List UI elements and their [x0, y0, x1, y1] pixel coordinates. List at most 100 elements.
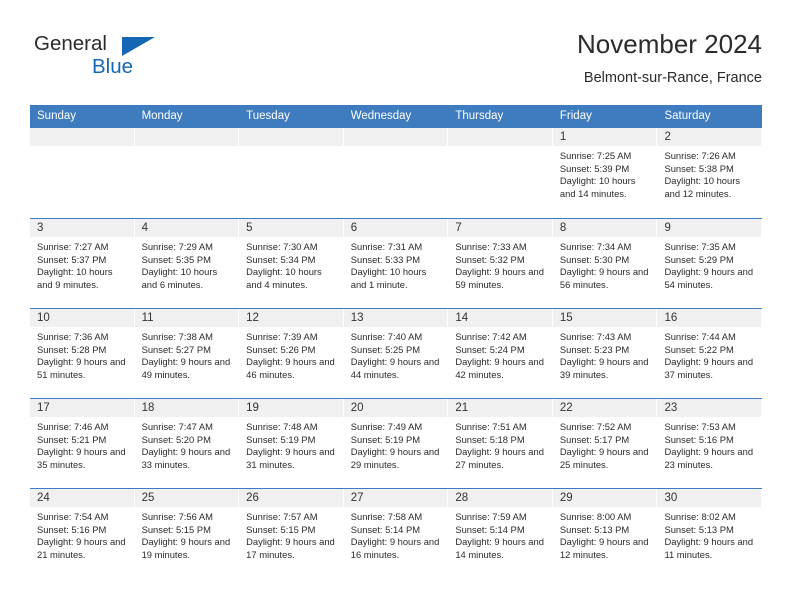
day-cell[interactable]: 4 Sunrise: 7:29 AM Sunset: 5:35 PM Dayli… — [134, 219, 240, 308]
day-cell[interactable]: 22 Sunrise: 7:52 AM Sunset: 5:17 PM Dayl… — [552, 399, 658, 488]
sunrise-text: Sunrise: 7:25 AM — [559, 150, 632, 161]
triangle-icon — [122, 37, 155, 56]
sunset-text: Sunset: 5:35 PM — [141, 253, 211, 265]
day-cell[interactable]: 9 Sunrise: 7:35 AM Sunset: 5:29 PM Dayli… — [657, 219, 763, 308]
day-number: 30 — [657, 489, 762, 507]
day-cell[interactable]: 30 Sunrise: 8:02 AM Sunset: 5:13 PM Dayl… — [657, 489, 763, 578]
day-details: Sunrise: 7:29 AM Sunset: 5:35 PM Dayligh… — [135, 237, 239, 291]
day-details: Sunrise: 7:40 AM Sunset: 5:25 PM Dayligh… — [344, 327, 448, 381]
daylight-text: Daylight: 9 hours and 17 minutes. — [246, 536, 335, 560]
day-cell[interactable]: 24 Sunrise: 7:54 AM Sunset: 5:16 PM Dayl… — [30, 489, 135, 578]
day-number: 9 — [657, 219, 762, 237]
day-details — [30, 146, 134, 150]
day-number: 6 — [343, 219, 448, 237]
sunrise-text: Sunrise: 7:39 AM — [246, 331, 318, 342]
day-cell[interactable]: 16 Sunrise: 7:44 AM Sunset: 5:22 PM Dayl… — [657, 309, 763, 398]
sunrise-text: Sunrise: 7:43 AM — [559, 331, 632, 342]
day-cell[interactable]: 13 Sunrise: 7:40 AM Sunset: 5:25 PM Dayl… — [343, 309, 449, 398]
day-details: Sunrise: 7:35 AM Sunset: 5:29 PM Dayligh… — [657, 237, 761, 291]
day-cell[interactable]: 27 Sunrise: 7:58 AM Sunset: 5:14 PM Dayl… — [343, 489, 449, 578]
day-number — [30, 128, 134, 146]
weekday-header-tuesday: Tuesday — [239, 105, 344, 128]
day-number — [134, 128, 239, 146]
day-details: Sunrise: 7:44 AM Sunset: 5:22 PM Dayligh… — [657, 327, 761, 381]
daylight-text: Daylight: 9 hours and 42 minutes. — [455, 356, 544, 380]
day-cell[interactable]: 2 Sunrise: 7:26 AM Sunset: 5:38 PM Dayli… — [657, 128, 763, 217]
day-details: Sunrise: 8:00 AM Sunset: 5:13 PM Dayligh… — [553, 507, 657, 561]
day-details: Sunrise: 7:56 AM Sunset: 5:15 PM Dayligh… — [135, 507, 239, 561]
day-number: 10 — [30, 309, 134, 327]
day-cell[interactable]: 3 Sunrise: 7:27 AM Sunset: 5:37 PM Dayli… — [30, 219, 135, 308]
day-number: 12 — [239, 309, 343, 327]
day-details: Sunrise: 7:53 AM Sunset: 5:16 PM Dayligh… — [657, 417, 761, 471]
day-number: 20 — [343, 399, 448, 417]
sunset-text: Sunset: 5:24 PM — [455, 343, 525, 355]
sunset-text: Sunset: 5:14 PM — [455, 523, 525, 535]
day-cell[interactable]: 5 Sunrise: 7:30 AM Sunset: 5:34 PM Dayli… — [239, 219, 344, 308]
weekday-header-wednesday: Wednesday — [343, 105, 449, 128]
daylight-text: Daylight: 9 hours and 44 minutes. — [350, 356, 440, 380]
day-cell[interactable]: 7 Sunrise: 7:33 AM Sunset: 5:32 PM Dayli… — [448, 219, 553, 308]
sunrise-text: Sunrise: 8:02 AM — [664, 511, 736, 522]
day-cell — [30, 128, 135, 217]
sunset-text: Sunset: 5:38 PM — [664, 162, 734, 174]
sunset-text: Sunset: 5:39 PM — [559, 162, 630, 174]
week-row: 1 Sunrise: 7:25 AM Sunset: 5:39 PM Dayli… — [30, 128, 763, 218]
weekday-header-monday: Monday — [134, 105, 240, 128]
week-row: 10 Sunrise: 7:36 AM Sunset: 5:28 PM Dayl… — [30, 308, 763, 398]
sunrise-text: Sunrise: 7:42 AM — [455, 331, 527, 342]
sunrise-text: Sunrise: 7:30 AM — [246, 241, 318, 252]
day-details: Sunrise: 8:02 AM Sunset: 5:13 PM Dayligh… — [657, 507, 761, 561]
daylight-text: Daylight: 10 hours and 1 minute. — [350, 266, 427, 290]
day-number: 14 — [448, 309, 552, 327]
day-details: Sunrise: 7:51 AM Sunset: 5:18 PM Dayligh… — [448, 417, 552, 471]
sunrise-text: Sunrise: 7:54 AM — [37, 511, 109, 522]
day-cell[interactable]: 11 Sunrise: 7:38 AM Sunset: 5:27 PM Dayl… — [134, 309, 240, 398]
sunrise-text: Sunrise: 7:36 AM — [37, 331, 109, 342]
day-cell[interactable]: 12 Sunrise: 7:39 AM Sunset: 5:26 PM Dayl… — [239, 309, 344, 398]
calendar-grid: Sunday Monday Tuesday Wednesday Thursday… — [30, 105, 763, 578]
generalblue-logo[interactable]: General Blue — [34, 32, 214, 88]
daylight-text: Daylight: 9 hours and 35 minutes. — [37, 446, 126, 470]
day-number: 25 — [134, 489, 239, 507]
day-cell[interactable]: 6 Sunrise: 7:31 AM Sunset: 5:33 PM Dayli… — [343, 219, 449, 308]
day-cell[interactable]: 19 Sunrise: 7:48 AM Sunset: 5:19 PM Dayl… — [239, 399, 344, 488]
day-details: Sunrise: 7:43 AM Sunset: 5:23 PM Dayligh… — [553, 327, 657, 381]
sunrise-text: Sunrise: 7:38 AM — [141, 331, 213, 342]
week-row: 24 Sunrise: 7:54 AM Sunset: 5:16 PM Dayl… — [30, 488, 763, 578]
day-cell — [343, 128, 449, 217]
day-cell[interactable]: 14 Sunrise: 7:42 AM Sunset: 5:24 PM Dayl… — [448, 309, 553, 398]
day-cell[interactable]: 25 Sunrise: 7:56 AM Sunset: 5:15 PM Dayl… — [134, 489, 240, 578]
daylight-text: Daylight: 9 hours and 11 minutes. — [664, 536, 754, 560]
day-details — [344, 146, 448, 150]
sunrise-text: Sunrise: 7:56 AM — [141, 511, 213, 522]
daylight-text: Daylight: 10 hours and 6 minutes. — [141, 266, 218, 290]
sunset-text: Sunset: 5:23 PM — [559, 343, 630, 355]
daylight-text: Daylight: 9 hours and 31 minutes. — [246, 446, 335, 470]
sunrise-text: Sunrise: 7:58 AM — [350, 511, 423, 522]
day-cell[interactable]: 1 Sunrise: 7:25 AM Sunset: 5:39 PM Dayli… — [552, 128, 658, 217]
sunset-text: Sunset: 5:15 PM — [141, 523, 211, 535]
sunset-text: Sunset: 5:19 PM — [350, 433, 421, 445]
day-cell[interactable]: 21 Sunrise: 7:51 AM Sunset: 5:18 PM Dayl… — [448, 399, 553, 488]
day-cell[interactable]: 20 Sunrise: 7:49 AM Sunset: 5:19 PM Dayl… — [343, 399, 449, 488]
sunrise-text: Sunrise: 8:00 AM — [559, 511, 632, 522]
sunset-text: Sunset: 5:16 PM — [37, 523, 107, 535]
daylight-text: Daylight: 9 hours and 29 minutes. — [350, 446, 440, 470]
day-cell[interactable]: 23 Sunrise: 7:53 AM Sunset: 5:16 PM Dayl… — [657, 399, 763, 488]
day-number: 16 — [657, 309, 762, 327]
day-cell[interactable]: 10 Sunrise: 7:36 AM Sunset: 5:28 PM Dayl… — [30, 309, 135, 398]
day-cell[interactable]: 18 Sunrise: 7:47 AM Sunset: 5:20 PM Dayl… — [134, 399, 240, 488]
day-cell[interactable]: 28 Sunrise: 7:59 AM Sunset: 5:14 PM Dayl… — [448, 489, 553, 578]
daylight-text: Daylight: 10 hours and 9 minutes. — [37, 266, 113, 290]
day-number: 15 — [552, 309, 657, 327]
day-cell[interactable]: 17 Sunrise: 7:46 AM Sunset: 5:21 PM Dayl… — [30, 399, 135, 488]
day-cell[interactable]: 15 Sunrise: 7:43 AM Sunset: 5:23 PM Dayl… — [552, 309, 658, 398]
sunset-text: Sunset: 5:17 PM — [559, 433, 630, 445]
day-cell[interactable]: 29 Sunrise: 8:00 AM Sunset: 5:13 PM Dayl… — [552, 489, 658, 578]
day-number: 19 — [239, 399, 343, 417]
sunrise-text: Sunrise: 7:27 AM — [37, 241, 109, 252]
sunrise-text: Sunrise: 7:44 AM — [664, 331, 736, 342]
day-cell[interactable]: 8 Sunrise: 7:34 AM Sunset: 5:30 PM Dayli… — [552, 219, 658, 308]
day-cell[interactable]: 26 Sunrise: 7:57 AM Sunset: 5:15 PM Dayl… — [239, 489, 344, 578]
